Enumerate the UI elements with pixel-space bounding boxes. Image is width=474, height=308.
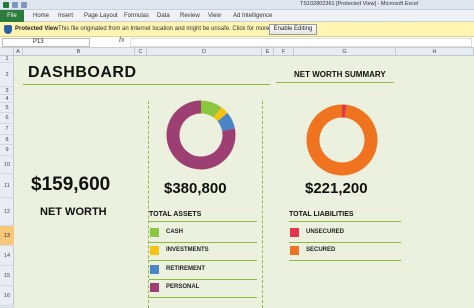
- row-header[interactable]: 14: [0, 246, 14, 266]
- personal-legend-label: PERSONAL: [166, 284, 200, 290]
- donut-slice-retirement: [217, 113, 235, 132]
- net-worth-summary-title: NET WORTH SUMMARY: [294, 70, 386, 79]
- cash-legend-label: CASH: [166, 229, 184, 235]
- fx-icon[interactable]: fx: [119, 37, 124, 44]
- column-header-c[interactable]: C: [135, 48, 147, 56]
- row-header[interactable]: 11: [0, 174, 14, 198]
- tab-formulas[interactable]: Formulas: [124, 10, 149, 22]
- legend-separator: [149, 242, 257, 243]
- investments-swatch: [150, 246, 159, 255]
- retirement-swatch: [150, 265, 159, 274]
- tab-page-layout[interactable]: Page Layout: [84, 10, 118, 22]
- tab-review[interactable]: Review: [180, 10, 200, 22]
- legend-separator: [149, 279, 257, 280]
- liabilities-divider: [289, 221, 401, 222]
- column-divider-right: [262, 101, 263, 308]
- column-header-a[interactable]: A: [14, 48, 23, 56]
- protected-view-title: Protected View: [15, 26, 58, 32]
- protected-view-bar: Protected View This file originated from…: [0, 22, 474, 37]
- row-header[interactable]: 10: [0, 156, 14, 174]
- tab-home[interactable]: Home: [33, 10, 49, 22]
- row-header[interactable]: 4: [0, 95, 14, 103]
- secured-legend-label: SECURED: [306, 247, 336, 253]
- tab-ad-intelligence[interactable]: Ad Intelligence: [233, 10, 272, 22]
- net-worth-value: $159,600: [31, 174, 111, 195]
- liabilities-donut-chart: [306, 104, 378, 176]
- tab-view[interactable]: View: [208, 10, 221, 22]
- undo-icon[interactable]: [21, 2, 27, 8]
- total-liabilities-label: TOTAL LIABILITIES: [289, 211, 354, 218]
- investments-legend-label: INVESTMENTS: [166, 247, 209, 253]
- tab-data[interactable]: Data: [157, 10, 170, 22]
- excel-app-icon[interactable]: [3, 2, 9, 8]
- personal-swatch: [150, 283, 159, 292]
- total-assets-value: $380,800: [164, 180, 227, 197]
- ribbon-tab-bar: File Home Insert Page Layout Formulas Da…: [0, 10, 474, 22]
- assets-divider: [149, 221, 257, 222]
- summary-underline: [276, 82, 394, 83]
- column-header-e[interactable]: E: [262, 48, 274, 56]
- donut-slice-cash: [200, 100, 222, 118]
- column-header-b[interactable]: B: [23, 48, 135, 56]
- name-box[interactable]: P13: [2, 38, 90, 47]
- donut-slice-investments: [213, 107, 228, 122]
- worksheet-grid[interactable]: DASHBOARD NET WORTH SUMMARY $159,600 $38…: [14, 56, 474, 308]
- row-header[interactable]: 1: [0, 56, 14, 63]
- total-liabilities-value: $221,200: [305, 180, 368, 197]
- column-header-g[interactable]: G: [294, 48, 396, 56]
- row-headers: 1 2 3 4 5 6 7 8 9 10 11 12 13 14 15 16: [0, 56, 14, 308]
- legend-separator: [289, 242, 401, 243]
- column-header-f[interactable]: F: [274, 48, 294, 56]
- save-icon[interactable]: [12, 2, 18, 8]
- row-header[interactable]: 6: [0, 113, 14, 124]
- cash-swatch: [150, 228, 159, 237]
- select-all-corner[interactable]: [0, 48, 14, 56]
- tab-file[interactable]: File: [0, 10, 24, 22]
- row-header[interactable]: 12: [0, 198, 14, 226]
- enable-editing-button[interactable]: Enable Editing: [269, 24, 317, 35]
- retirement-legend-label: RETIREMENT: [166, 266, 205, 272]
- protected-view-message[interactable]: This file originated from an Internet lo…: [58, 26, 290, 32]
- row-header[interactable]: 9: [0, 145, 14, 156]
- tab-insert[interactable]: Insert: [58, 10, 73, 22]
- unsecured-swatch: [290, 228, 299, 237]
- total-assets-label: TOTAL ASSETS: [149, 211, 202, 218]
- column-header-h[interactable]: H: [396, 48, 474, 56]
- window-title: TS102802361 [Protected View] - Microsoft…: [300, 1, 419, 7]
- row-header[interactable]: 5: [0, 103, 14, 113]
- secured-swatch: [290, 246, 299, 255]
- row-header[interactable]: 3: [0, 87, 14, 95]
- legend-separator: [149, 297, 257, 298]
- column-header-d[interactable]: D: [147, 48, 262, 56]
- column-headers: A B C D E F G H: [0, 48, 474, 56]
- unsecured-legend-label: UNSECURED: [306, 229, 345, 235]
- legend-separator: [289, 260, 401, 261]
- row-header[interactable]: 2: [0, 63, 14, 87]
- row-header[interactable]: 16: [0, 286, 14, 306]
- assets-donut-chart: [166, 100, 236, 170]
- net-worth-label: NET WORTH: [40, 206, 107, 218]
- formula-input[interactable]: [130, 38, 472, 47]
- formula-bar: P13 fx: [0, 37, 474, 48]
- title-underline: [23, 84, 270, 85]
- dashboard-title: DASHBOARD: [28, 64, 137, 81]
- row-header[interactable]: 7: [0, 124, 14, 135]
- row-header[interactable]: 8: [0, 135, 14, 145]
- legend-separator: [149, 260, 257, 261]
- row-header[interactable]: 15: [0, 266, 14, 286]
- shield-icon: [4, 25, 12, 34]
- donut-slice-secured: [306, 104, 378, 176]
- title-bar: TS102802361 [Protected View] - Microsoft…: [0, 0, 474, 10]
- column-divider-left: [148, 101, 149, 308]
- row-header-active[interactable]: 13: [0, 226, 14, 246]
